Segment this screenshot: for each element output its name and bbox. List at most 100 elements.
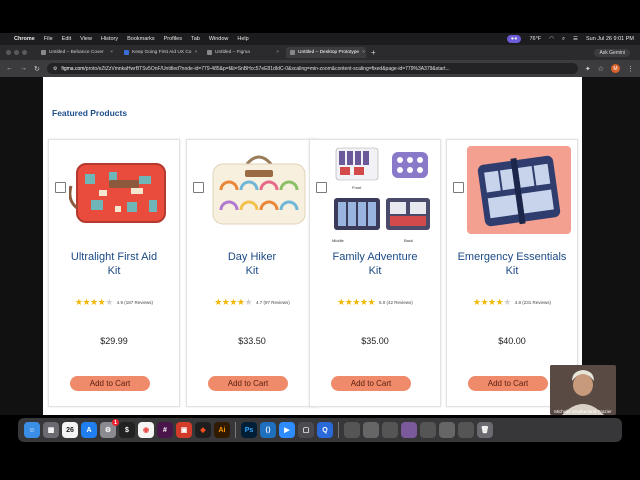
star-rating-icon: ★★★★★	[214, 297, 253, 307]
back-icon[interactable]: ←	[6, 65, 13, 72]
product-rating: ★★★★★ 5.0 (42 Reviews)	[337, 297, 413, 307]
trash-icon[interactable]: 🗑	[477, 422, 493, 438]
zoom-icon[interactable]: ▶	[279, 422, 295, 438]
site-icon	[124, 50, 129, 55]
search-icon[interactable]: ⌕	[562, 36, 565, 43]
product-price: $29.99	[100, 336, 128, 346]
product-image-emergency	[467, 146, 571, 234]
product-image-day-hiker	[212, 155, 306, 225]
finder-icon[interactable]: ☺	[24, 422, 40, 438]
forward-icon[interactable]: →	[20, 65, 27, 72]
select-checkbox[interactable]	[316, 182, 327, 193]
window-thumbnail[interactable]	[344, 422, 360, 438]
menu-history[interactable]: History	[101, 36, 118, 42]
profile-avatar[interactable]: M	[611, 64, 620, 73]
tab-figma[interactable]: Untitled – Figma ×	[203, 47, 283, 58]
menu-profiles[interactable]: Profiles	[164, 36, 182, 42]
photoshop-icon[interactable]: Ps	[241, 422, 257, 438]
illustrator-icon[interactable]: Ai	[214, 422, 230, 438]
window-thumbnail[interactable]	[382, 422, 398, 438]
bookmark-icon[interactable]: ☆	[598, 65, 604, 73]
menu-edit[interactable]: Edit	[62, 36, 71, 42]
close-icon[interactable]: ×	[362, 50, 365, 55]
product-image-family-adventure: Front	[334, 147, 430, 230]
dock-divider	[235, 422, 236, 438]
weather-text[interactable]: 76°F	[529, 36, 541, 42]
terminal-icon[interactable]: $	[119, 422, 135, 438]
product-card-family-adventure: Front Middle Back Family Adventure Kit ★★…	[309, 139, 441, 407]
site-info-icon[interactable]: ⚙	[53, 66, 57, 72]
product-rating: ★★★★★ 4.7 (97 Reviews)	[214, 297, 290, 307]
webex-icon[interactable]: ▢	[298, 422, 314, 438]
close-icon[interactable]: ×	[194, 50, 197, 55]
add-to-cart-button[interactable]: Add to Cart	[468, 376, 548, 391]
control-center-icon[interactable]: ☰	[573, 36, 578, 42]
new-tab-button[interactable]: +	[371, 48, 376, 57]
tab-behance[interactable]: Untitled – Behance Cover ×	[37, 47, 117, 58]
tab-keep-going[interactable]: Keep Going First Aid UX Co ×	[120, 47, 200, 58]
add-to-cart-button[interactable]: Add to Cart	[331, 376, 411, 391]
product-price: $35.00	[361, 336, 389, 346]
vscode-icon[interactable]: ⟨⟩	[260, 422, 276, 438]
product-card-day-hiker: Day Hiker Kit ★★★★★ 4.7 (97 Reviews) $33.5…	[186, 139, 318, 407]
quicktime-icon[interactable]: Q	[317, 422, 333, 438]
dock-divider	[338, 422, 339, 438]
figma-icon	[290, 50, 295, 55]
select-checkbox[interactable]	[453, 182, 464, 193]
window-thumbnail[interactable]	[458, 422, 474, 438]
chrome-icon[interactable]: ◉	[138, 422, 154, 438]
window-thumbnail[interactable]	[439, 422, 455, 438]
star-rating-icon: ★★★★★	[74, 297, 113, 307]
ask-gemini-button[interactable]: Ask Gemini	[594, 48, 630, 57]
page-viewport: Featured Products Ultralight First Aid Ki…	[0, 77, 640, 415]
window-thumbnail[interactable]	[420, 422, 436, 438]
middle-label: Middle	[332, 238, 344, 243]
prototype-canvas: Featured Products Ultralight First Aid Ki…	[43, 77, 582, 415]
app-icon[interactable]: ▣	[176, 422, 192, 438]
menu-window[interactable]: Window	[209, 36, 229, 42]
select-checkbox[interactable]	[193, 182, 204, 193]
menu-file[interactable]: File	[44, 36, 53, 42]
close-icon[interactable]: ×	[276, 50, 279, 55]
product-name: Family Adventure Kit	[332, 251, 418, 277]
product-price: $33.50	[238, 336, 266, 346]
window-thumbnail[interactable]	[363, 422, 379, 438]
participant-name: Michelle Southerland-Frazier	[554, 409, 612, 414]
extension-icon[interactable]: ✦	[585, 65, 591, 73]
launchpad-icon[interactable]: ▦	[43, 422, 59, 438]
calendar-icon[interactable]: 26	[62, 422, 78, 438]
section-title: Featured Products	[52, 108, 128, 118]
menu-tab[interactable]: Tab	[191, 36, 200, 42]
macos-menu-bar: Chrome File Edit View History Bookmarks …	[0, 33, 640, 45]
product-image-ultralight	[69, 163, 166, 223]
menu-dots-icon[interactable]: ⋮	[627, 65, 634, 73]
window-controls[interactable]	[6, 50, 27, 55]
app-store-icon[interactable]: A	[81, 422, 97, 438]
menu-view[interactable]: View	[80, 36, 92, 42]
select-checkbox[interactable]	[55, 182, 66, 193]
wifi-icon[interactable]: ◠	[549, 36, 554, 42]
macos-dock: ☺ ▦ 26 A ⚙ 1 $ ◉ # ▣ ◆ Ai Ps ⟨⟩ ▶ ▢ Q 🗑	[18, 418, 622, 442]
product-name: Ultralight First Aid Kit	[70, 251, 158, 277]
menu-help[interactable]: Help	[237, 36, 248, 42]
star-rating-icon: ★★★★★	[337, 297, 376, 307]
settings-icon[interactable]: ⚙ 1	[100, 419, 119, 438]
tab-desktop-prototype[interactable]: Untitled – Desktop Prototype ×	[286, 47, 366, 58]
product-rating: ★★★★★ 4.9 (187 Reviews)	[74, 297, 154, 307]
close-icon[interactable]: ×	[110, 50, 113, 55]
datetime-text[interactable]: Sun Jul 26 9:01 PM	[586, 36, 634, 42]
reload-icon[interactable]: ↻	[34, 65, 40, 73]
add-to-cart-button[interactable]: Add to Cart	[70, 376, 150, 391]
window-thumbnail[interactable]	[401, 422, 417, 438]
menu-bookmarks[interactable]: Bookmarks	[127, 36, 155, 42]
figma-dock-icon[interactable]: ◆	[195, 422, 211, 438]
figma-icon	[207, 50, 212, 55]
url-text: figma.com/proto/eZtZzVmnkaHwrBTSv5OnF/Un…	[61, 65, 450, 72]
screen-record-icon[interactable]: ●●	[506, 35, 522, 43]
slack-icon[interactable]: #	[157, 422, 173, 438]
menu-app-name[interactable]: Chrome	[14, 36, 35, 42]
add-to-cart-button[interactable]: Add to Cart	[208, 376, 288, 391]
video-call-tile[interactable]: Michelle Southerland-Frazier	[550, 365, 616, 415]
url-field[interactable]: ⚙ figma.com/proto/eZtZzVmnkaHwrBTSv5OnF/…	[46, 63, 578, 74]
participant-avatar	[550, 365, 616, 415]
